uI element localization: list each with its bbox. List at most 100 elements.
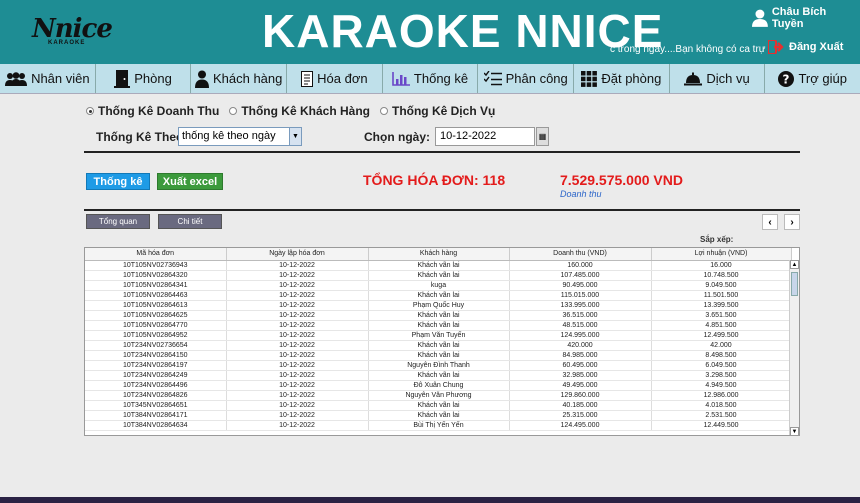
- nav-item-customers[interactable]: Khách hàng: [191, 64, 288, 93]
- nav-item-rooms[interactable]: Phòng: [96, 64, 192, 93]
- table-row[interactable]: 10T345NV02864651 10-12-2022 Khách vãn lai 4…: [85, 400, 792, 411]
- table-cell: 160.000: [509, 260, 652, 271]
- scroll-down-icon[interactable]: ▼: [790, 427, 799, 435]
- table-cell: Khách vãn lai: [368, 270, 510, 281]
- customer-icon: [194, 70, 209, 88]
- logo-sub-text: KARAOKE: [48, 40, 86, 46]
- nav-item-invoices[interactable]: Hóa đơn: [287, 64, 383, 93]
- table-row[interactable]: 10T234NV02864249 10-12-2022 Khách vãn lai 3…: [85, 370, 792, 381]
- table-cell: 124.995.000: [509, 330, 652, 341]
- marquee-text: c trong ngày....Bạn không có ca trự: [610, 44, 766, 55]
- table-cell: 12.986.000: [651, 390, 792, 401]
- table-cell: 10-12-2022: [226, 330, 369, 341]
- scroll-thumb[interactable]: [791, 272, 798, 296]
- scroll-up-icon[interactable]: ▲: [790, 260, 799, 269]
- column-header[interactable]: Doanh thu (VND): [509, 248, 652, 261]
- current-user[interactable]: Châu Bích Tuyền: [752, 6, 860, 30]
- table-cell: 10T105NV02864341: [85, 280, 227, 291]
- column-header[interactable]: Lợi nhuận (VND): [651, 248, 792, 261]
- column-header[interactable]: Mã hóa đơn: [85, 248, 227, 261]
- table-cell: 10T105NV02864320: [85, 270, 227, 281]
- table-cell: 2.531.500: [651, 410, 792, 421]
- table-row[interactable]: 10T105NV02864770 10-12-2022 Khách vãn lai 4…: [85, 320, 792, 331]
- nav-label: Thống kê: [413, 71, 469, 86]
- table-row[interactable]: 10T234NV02864826 10-12-2022 Nguyễn Văn Phư…: [85, 390, 792, 401]
- table-cell: 10-12-2022: [226, 350, 369, 361]
- table-row[interactable]: 10T105NV02864463 10-12-2022 Khách vãn lai 1…: [85, 290, 792, 301]
- table-cell: 10-12-2022: [226, 380, 369, 391]
- table-row[interactable]: 10T384NV02864171 10-12-2022 Khách vãn lai 2…: [85, 410, 792, 421]
- table-cell: Đỗ Xuân Chung: [368, 380, 510, 391]
- column-header[interactable]: Khách hàng: [368, 248, 510, 261]
- table-row[interactable]: 10T105NV02864341 10-12-2022 kuga 90.495.000…: [85, 280, 792, 291]
- table-row[interactable]: 10T234NV02864496 10-12-2022 Đỗ Xuân Chung 4…: [85, 380, 792, 391]
- users-icon: [5, 71, 28, 86]
- export-excel-button[interactable]: Xuất excel: [157, 173, 223, 190]
- table-cell: 10-12-2022: [226, 360, 369, 371]
- table-cell: 4.018.500: [651, 400, 792, 411]
- table-cell: 10-12-2022: [226, 340, 369, 351]
- nav-item-help[interactable]: ? Trợ giúp: [765, 64, 860, 93]
- table-cell: 10T105NV02864613: [85, 300, 227, 311]
- date-input[interactable]: 10-12-2022: [435, 127, 535, 146]
- table-cell: 4.851.500: [651, 320, 792, 331]
- prev-page-button[interactable]: ‹: [762, 214, 778, 230]
- chevron-down-icon[interactable]: ▼: [289, 128, 301, 145]
- stat-button[interactable]: Thống kê: [86, 173, 150, 190]
- nav-item-services[interactable]: Dịch vụ: [670, 64, 766, 93]
- table-cell: Khách vãn lai: [368, 350, 510, 361]
- table-row[interactable]: 10T105NV02864320 10-12-2022 Khách vãn lai 1…: [85, 270, 792, 281]
- table-row[interactable]: 10T105NV02864613 10-12-2022 Phạm Quốc Huy 1…: [85, 300, 792, 311]
- table-cell: 10T105NV02864463: [85, 290, 227, 301]
- nav-label: Phòng: [134, 71, 172, 86]
- radio-service[interactable]: Thống Kê Dịch Vụ: [379, 104, 495, 118]
- table-cell: 12.449.500: [651, 420, 792, 431]
- table-cell: 48.515.000: [509, 320, 652, 331]
- calendar-icon[interactable]: ▦: [536, 127, 549, 146]
- invoice-table: Mã hóa đơn Ngày lập hóa đơn Khách hàng D…: [84, 247, 800, 436]
- stat-by-select[interactable]: thống kê theo ngày ▼: [178, 127, 302, 146]
- divider: [84, 151, 800, 153]
- logout-button[interactable]: Đăng Xuất: [768, 40, 843, 54]
- table-cell: 10T105NV02864625: [85, 310, 227, 321]
- table-cell: 133.995.000: [509, 300, 652, 311]
- nav-item-booking[interactable]: Đặt phòng: [574, 64, 670, 93]
- table-cell: 6.049.500: [651, 360, 792, 371]
- radio-revenue[interactable]: Thống Kê Doanh Thu: [86, 104, 219, 118]
- stat-by-value: thống kê theo ngày: [182, 130, 276, 142]
- table-row[interactable]: 10T384NV02864634 10-12-2022 Bùi Thị Yến Yế…: [85, 420, 792, 431]
- radio-customer[interactable]: Thống Kê Khách Hàng: [229, 104, 370, 118]
- table-row[interactable]: 10T234NV02864150 10-12-2022 Khách vãn lai 8…: [85, 350, 792, 361]
- table-cell: 10T345NV02864651: [85, 400, 227, 411]
- column-header[interactable]: Ngày lập hóa đơn: [226, 248, 369, 261]
- table-cell: 90.495.000: [509, 280, 652, 291]
- table-cell: 10-12-2022: [226, 290, 369, 301]
- table-cell: Khách vãn lai: [368, 340, 510, 351]
- table-row[interactable]: 10T234NV02864197 10-12-2022 Nguyễn Đình Th…: [85, 360, 792, 371]
- nav-item-statistics[interactable]: Thống kê: [383, 64, 479, 93]
- next-page-button[interactable]: ›: [784, 214, 800, 230]
- receipt-icon: [301, 70, 314, 87]
- table-cell: 107.485.000: [509, 270, 652, 281]
- table-row[interactable]: 10T105NV02864952 10-12-2022 Phạm Văn Tuyến…: [85, 330, 792, 341]
- tab-overview[interactable]: Tổng quan: [86, 214, 150, 229]
- vertical-scrollbar[interactable]: ▲ ▼: [789, 260, 799, 435]
- nav-item-assignment[interactable]: Phân công: [478, 64, 575, 93]
- table-row[interactable]: 10T105NV02736943 10-12-2022 Khách vãn lai 1…: [85, 260, 792, 271]
- tab-detail[interactable]: Chi tiết: [158, 214, 222, 229]
- table-cell: Khách vãn lai: [368, 320, 510, 331]
- table-cell: Khách vãn lai: [368, 400, 510, 411]
- table-cell: 124.495.000: [509, 420, 652, 431]
- table-cell: 10T234NV02736654: [85, 340, 227, 351]
- radio-dot: [379, 107, 388, 115]
- table-cell: 4.949.500: [651, 380, 792, 391]
- table-row[interactable]: 10T234NV02736654 10-12-2022 Khách vãn lai 4…: [85, 340, 792, 351]
- table-cell: 84.985.000: [509, 350, 652, 361]
- table-cell: 60.495.000: [509, 360, 652, 371]
- table-cell: 10-12-2022: [226, 300, 369, 311]
- nav-label: Hóa đơn: [317, 71, 368, 86]
- table-row[interactable]: 10T105NV02864625 10-12-2022 Khách vãn lai 3…: [85, 310, 792, 321]
- table-cell: 3.298.500: [651, 370, 792, 381]
- nav-item-employees[interactable]: Nhân viên: [0, 64, 96, 93]
- table-cell: 10-12-2022: [226, 370, 369, 381]
